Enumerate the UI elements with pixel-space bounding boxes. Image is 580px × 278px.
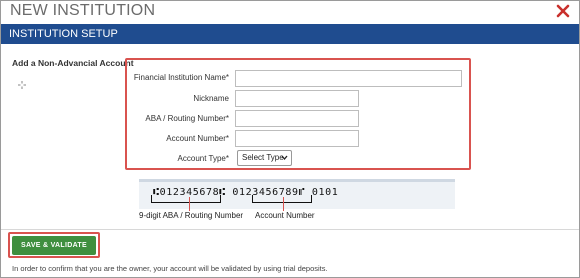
account-bracket	[252, 195, 312, 203]
institution-name-label: Financial Institution Name*	[133, 73, 229, 82]
check-stripe	[139, 179, 455, 182]
account-type-select[interactable]: Select Type	[237, 150, 292, 166]
section-header: INSTITUTION SETUP	[1, 24, 579, 44]
nickname-label: Nickname	[193, 94, 229, 103]
account-caption: Account Number	[255, 211, 315, 220]
routing-caption: 9-digit ABA / Routing Number	[139, 211, 244, 220]
check-image: ⑆012345678⑆ 0123456789⑈ 0101	[139, 179, 455, 209]
dialog-title-bar: NEW INSTITUTION	[1, 1, 579, 23]
new-institution-dialog: NEW INSTITUTION INSTITUTION SETUP Add a …	[0, 0, 580, 278]
account-pointer	[283, 197, 284, 211]
trial-deposit-note: In order to confirm that you are the own…	[12, 264, 328, 273]
chevron-down-icon	[281, 154, 288, 161]
footer-divider	[1, 229, 579, 230]
close-icon[interactable]	[555, 3, 571, 19]
routing-number-input[interactable]	[235, 110, 359, 127]
dialog-title: NEW INSTITUTION	[10, 2, 156, 19]
section-header-title: INSTITUTION SETUP	[9, 28, 118, 40]
institution-name-input[interactable]	[235, 70, 462, 87]
save-validate-button[interactable]: SAVE & VALIDATE	[12, 236, 96, 255]
account-number-label: Account Number*	[166, 134, 229, 143]
move-icon	[17, 77, 27, 89]
routing-pointer	[189, 197, 190, 211]
account-type-label: Account Type*	[177, 154, 229, 163]
account-number-input[interactable]	[235, 130, 359, 147]
account-type-selected: Select Type	[242, 153, 284, 162]
nickname-input[interactable]	[235, 90, 359, 107]
add-account-heading: Add a Non-Advancial Account	[12, 58, 134, 68]
routing-number-label: ABA / Routing Number*	[145, 114, 229, 123]
routing-bracket	[151, 195, 221, 203]
